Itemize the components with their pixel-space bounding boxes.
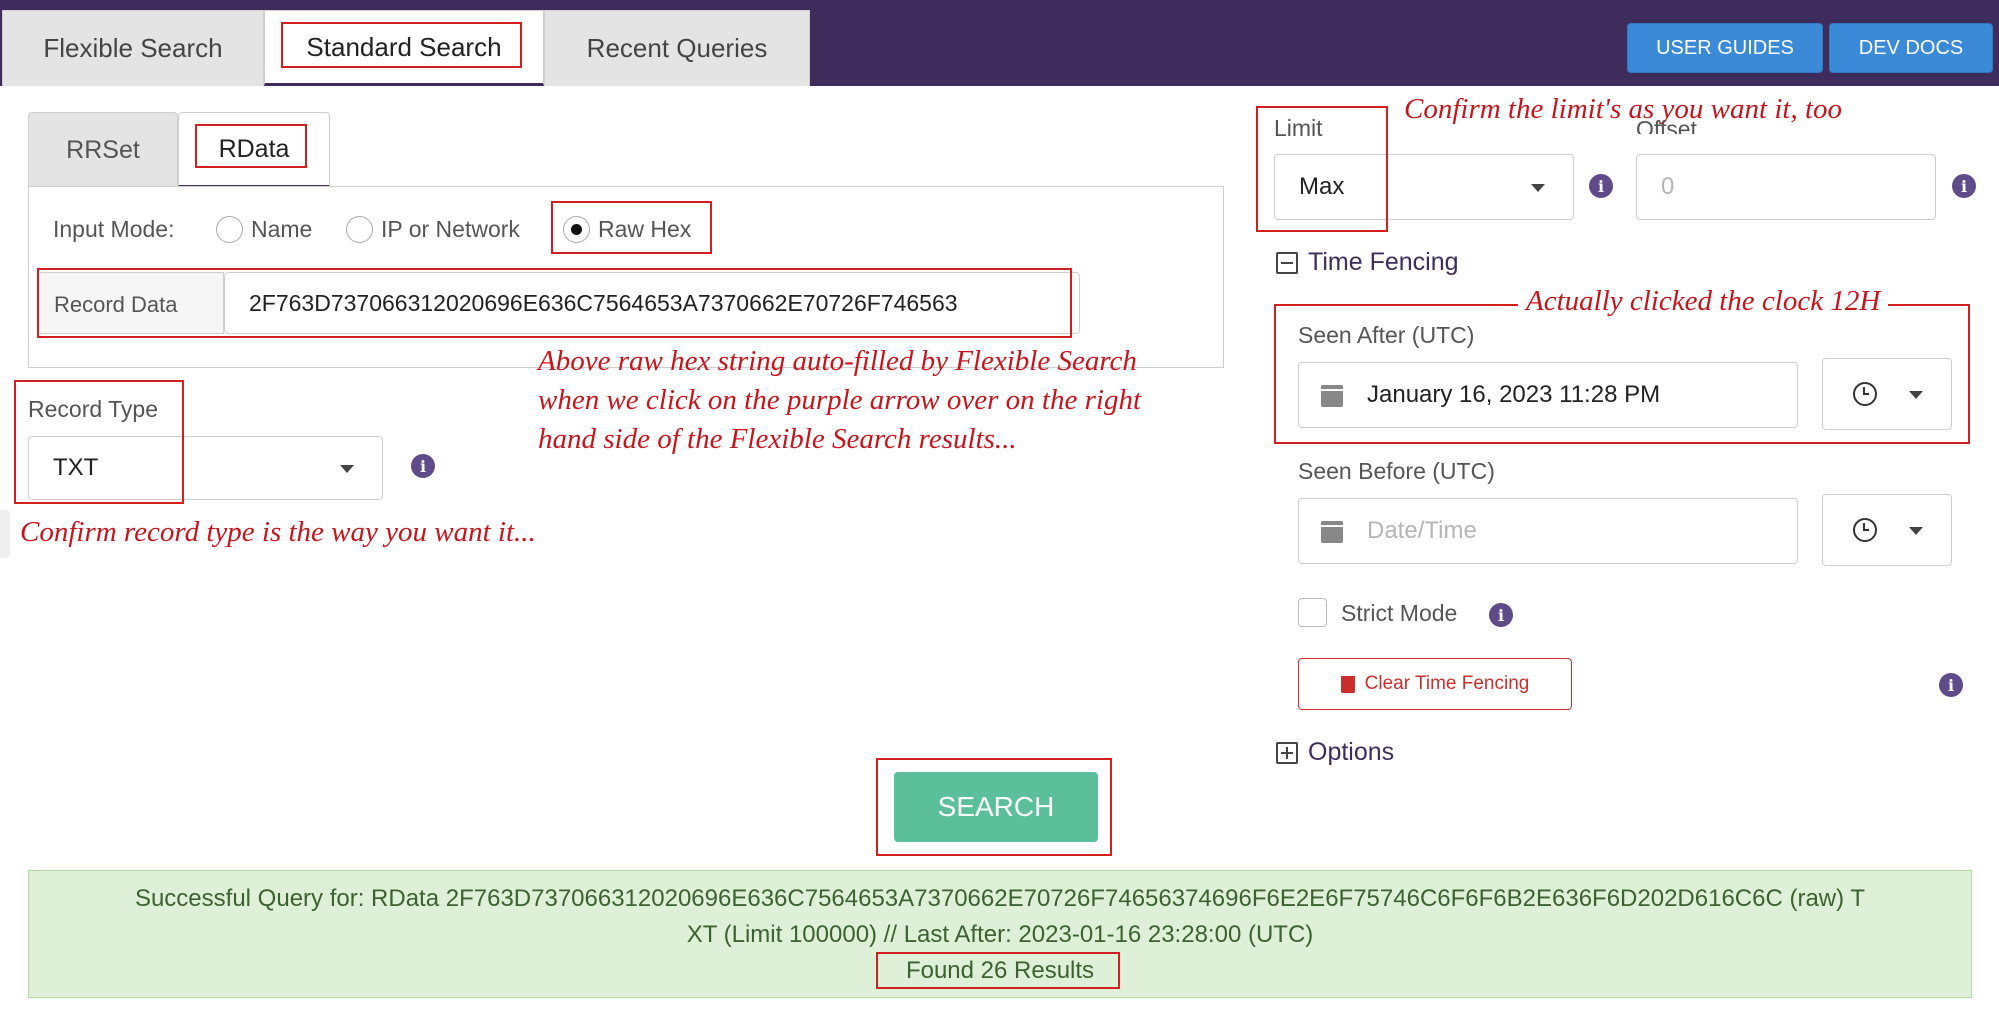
seen-after-label: Seen After (UTC) (1298, 322, 1475, 348)
annotation-clock: Actually clicked the clock 12H (1518, 282, 1889, 321)
radio-ip-label: IP or Network (381, 216, 520, 242)
user-guides-button[interactable]: USER GUIDES (1627, 23, 1823, 73)
clear-info-icon[interactable]: i (1939, 673, 1963, 697)
calendar-icon (1321, 385, 1343, 407)
highlight-standard-search (281, 22, 522, 68)
annotation-hex-line1: Above raw hex string auto-filled by Flex… (538, 345, 1137, 377)
highlight-record-type (14, 380, 184, 504)
clock-icon (1853, 382, 1877, 406)
seen-before-placeholder: Date/Time (1367, 517, 1477, 544)
time-fencing-title[interactable]: Time Fencing (1308, 248, 1459, 277)
annotation-hex-line3: hand side of the Flexible Search results… (538, 423, 1017, 455)
result-line-1: Successful Query for: RData 2F763D737066… (134, 885, 1866, 912)
seen-before-clock-button[interactable] (1822, 494, 1952, 566)
seen-after-clock-button[interactable] (1822, 358, 1952, 430)
offset-input[interactable]: 0 (1636, 154, 1936, 220)
record-type-info-icon[interactable]: i (411, 454, 435, 478)
strict-mode-label: Strict Mode (1341, 600, 1458, 626)
highlight-found-results (876, 952, 1120, 989)
annotation-limit: Confirm the limit's as you want it, too (1404, 93, 1843, 125)
chevron-down-icon (1531, 184, 1545, 192)
input-mode-label: Input Mode: (53, 216, 175, 242)
radio-name[interactable] (216, 216, 243, 243)
highlight-search (876, 758, 1112, 856)
seen-after-value: January 16, 2023 11:28 PM (1367, 381, 1661, 408)
trash-icon (1340, 675, 1355, 693)
offset-info-icon[interactable]: i (1952, 174, 1976, 198)
expand-icon[interactable] (1276, 742, 1298, 764)
chevron-down-icon (1909, 527, 1923, 535)
radio-ip-network[interactable] (346, 216, 373, 243)
side-handle[interactable] (0, 510, 10, 558)
seen-after-input[interactable]: January 16, 2023 11:28 PM (1298, 362, 1798, 428)
highlight-record-data (37, 268, 1072, 338)
clear-time-fencing-button[interactable]: Clear Time Fencing (1298, 658, 1572, 710)
seen-before-label: Seen Before (UTC) (1298, 458, 1495, 484)
chevron-down-icon (340, 465, 354, 473)
tab-recent-queries[interactable]: Recent Queries (544, 10, 810, 86)
clear-time-fencing-label: Clear Time Fencing (1364, 673, 1530, 694)
limit-info-icon[interactable]: i (1589, 174, 1613, 198)
annotation-record-type: Confirm record type is the way you want … (20, 516, 536, 548)
dev-docs-button[interactable]: DEV DOCS (1829, 23, 1993, 73)
collapse-icon[interactable] (1276, 252, 1298, 274)
clock-icon (1853, 518, 1877, 542)
result-line-2: XT (Limit 100000) // Last After: 2023-01… (686, 921, 1314, 948)
options-title[interactable]: Options (1308, 738, 1394, 767)
offset-label: Offset (1636, 116, 1697, 134)
highlight-rdata (195, 124, 307, 168)
calendar-icon (1321, 521, 1343, 543)
highlight-limit (1256, 106, 1388, 232)
highlight-raw-hex (551, 201, 712, 254)
subtab-rrset[interactable]: RRSet (28, 112, 178, 188)
radio-name-label: Name (251, 216, 313, 242)
chevron-down-icon (1909, 391, 1923, 399)
seen-before-input[interactable]: Date/Time (1298, 498, 1798, 564)
strict-mode-checkbox[interactable] (1298, 598, 1327, 627)
annotation-hex-line2: when we click on the purple arrow over o… (538, 384, 1141, 416)
strict-mode-info-icon[interactable]: i (1489, 603, 1513, 627)
tab-flexible-search[interactable]: Flexible Search (2, 10, 264, 86)
